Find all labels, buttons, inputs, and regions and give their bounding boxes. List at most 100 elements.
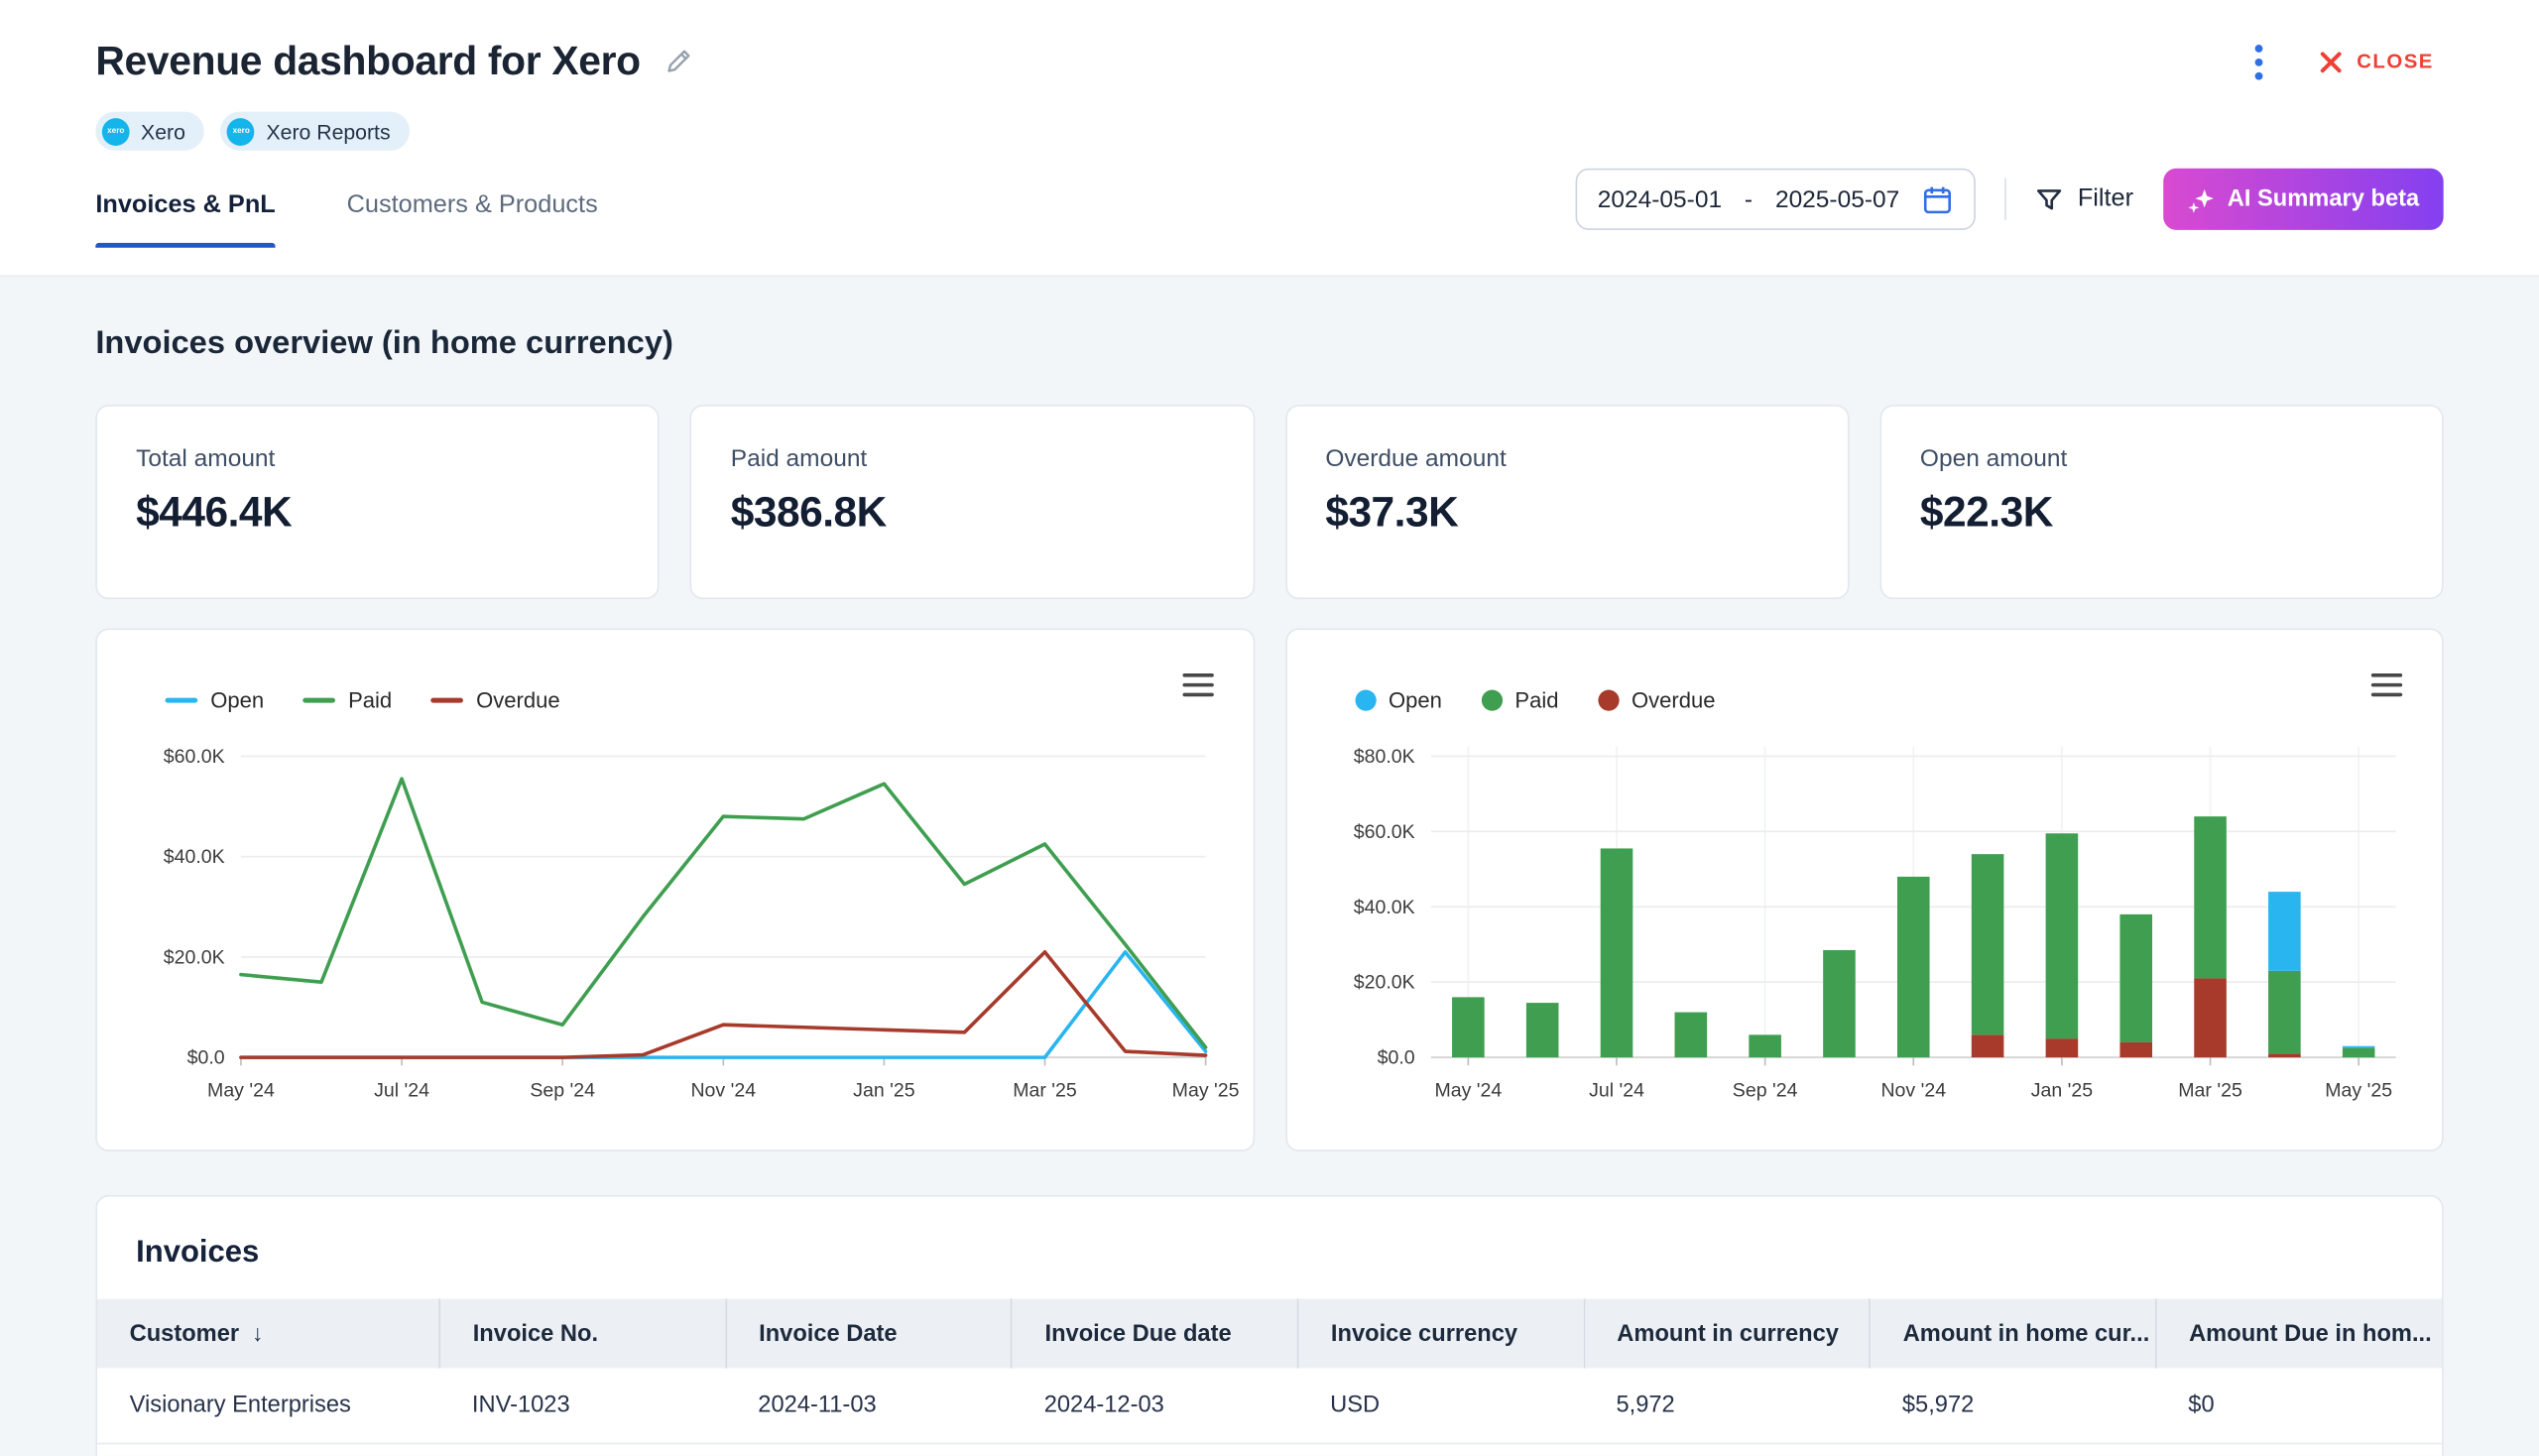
invoices-table: Customer↓Invoice No.Invoice DateInvoice … — [97, 1298, 2442, 1455]
svg-text:Jul '24: Jul '24 — [1588, 1079, 1643, 1101]
table-cell: INV-1023 — [439, 1369, 725, 1444]
ai-summary-label: AI Summary beta — [2228, 186, 2419, 212]
source-badge-xero[interactable]: xero Xero — [95, 112, 204, 151]
table-cell: 2024-12-03 — [1012, 1369, 1297, 1444]
overdue-swatch-icon — [430, 698, 463, 703]
tabs-row: Invoices & PnL Customers & Products 2024… — [95, 151, 2443, 248]
invoices-header-row: Customer↓Invoice No.Invoice DateInvoice … — [97, 1298, 2442, 1368]
dashboard-root: Revenue dashboard for Xero CLOSE xero Xe… — [0, 0, 2539, 1456]
title-row: Revenue dashboard for Xero CLOSE — [95, 36, 2443, 87]
column-header-invoice-due-date[interactable]: Invoice Due date — [1012, 1298, 1297, 1368]
page-title: Revenue dashboard for Xero — [95, 38, 640, 84]
column-header-invoice-no[interactable]: Invoice No. — [439, 1298, 725, 1368]
close-icon — [2320, 50, 2344, 73]
bar-chart-legend: Open Paid Overdue — [1355, 688, 1716, 712]
source-badge-xero-reports[interactable]: xero Xero Reports — [221, 112, 410, 151]
svg-text:Jul '24: Jul '24 — [374, 1079, 429, 1101]
filter-icon — [2035, 185, 2063, 213]
invoices-section: Invoices Customer↓Invoice No.Invoice Dat… — [95, 1195, 2443, 1456]
svg-text:$0.0: $0.0 — [1377, 1047, 1414, 1069]
date-separator: - — [1745, 185, 1753, 213]
stat-card-overdue-amount: Overdue amount $37.3K — [1285, 405, 1850, 599]
badge-label: Xero Reports — [267, 119, 391, 143]
legend-label: Open — [210, 688, 264, 712]
close-label: CLOSE — [2357, 51, 2434, 73]
close-button[interactable]: CLOSE — [2310, 48, 2444, 75]
edit-title-icon[interactable] — [664, 47, 692, 75]
svg-text:May '25: May '25 — [2324, 1079, 2391, 1101]
legend-item-overdue[interactable]: Overdue — [430, 688, 559, 712]
legend-item-overdue[interactable]: Overdue — [1598, 688, 1716, 712]
ai-summary-button[interactable]: AI Summary beta — [2162, 169, 2443, 230]
stat-card-total-amount: Total amount $446.4K — [95, 405, 660, 599]
badge-label: Xero — [141, 119, 185, 143]
table-cell: USD — [1297, 1369, 1583, 1444]
invoices-line-chart-card: Open Paid Overdue $0.0 $20.0K $40.0K $60.0K Ma… — [95, 628, 1254, 1151]
legend-item-open[interactable]: Open — [1355, 688, 1442, 712]
svg-text:$80.0K: $80.0K — [1353, 746, 1414, 768]
open-swatch-icon — [1355, 690, 1376, 711]
xero-logo-icon: xero — [102, 117, 130, 145]
svg-text:$0.0: $0.0 — [187, 1047, 225, 1069]
column-header-invoice-date[interactable]: Invoice Date — [726, 1298, 1012, 1368]
legend-item-open[interactable]: Open — [166, 688, 265, 712]
table-cell: 5,972 — [1584, 1369, 1870, 1444]
paid-swatch-icon — [1481, 690, 1502, 711]
legend-item-paid[interactable]: Paid — [1481, 688, 1558, 712]
legend-label: Paid — [1514, 688, 1558, 712]
date-range-picker[interactable]: 2024-05-01 - 2025-05-07 — [1575, 169, 1976, 230]
stat-value: $22.3K — [1920, 487, 2403, 538]
invoices-bar-chart-card: OpenPaidOverdue $0.0$20.0K$40.0K$60.0K$8… — [1285, 628, 2444, 1151]
filter-label: Filter — [2078, 184, 2133, 213]
stat-value: $386.8K — [731, 487, 1214, 538]
legend-label: Open — [1389, 688, 1442, 712]
calendar-icon — [1922, 183, 1953, 214]
legend-item-paid[interactable]: Paid — [302, 688, 392, 712]
date-end: 2025-05-07 — [1775, 185, 1899, 213]
invoices-bar-chart: $0.0$20.0K$40.0K$60.0K$80.0KMay '24Jul '… — [1288, 721, 2441, 1146]
svg-text:$40.0K: $40.0K — [1353, 897, 1414, 918]
table-row[interactable]: Visionary EnterprisesINV-10232024-11-032… — [97, 1369, 2442, 1444]
svg-text:Nov '24: Nov '24 — [1880, 1079, 1946, 1101]
chart-menu-icon[interactable] — [2370, 672, 2403, 703]
svg-text:Sep '24: Sep '24 — [530, 1079, 595, 1101]
column-header-amount-due-in-hom[interactable]: Amount Due in hom... — [2156, 1298, 2442, 1368]
tab-customers-products[interactable]: Customers & Products — [347, 191, 598, 248]
kebab-menu-icon[interactable] — [2236, 38, 2284, 86]
invoices-table-body: Visionary EnterprisesINV-10232024-11-032… — [97, 1369, 2442, 1456]
filter-button[interactable]: Filter — [2035, 184, 2133, 213]
date-start: 2024-05-01 — [1598, 185, 1722, 213]
svg-text:May '24: May '24 — [207, 1079, 275, 1101]
overdue-swatch-icon — [1598, 690, 1619, 711]
stat-card-open-amount: Open amount $22.3K — [1879, 405, 2444, 599]
xero-logo-icon: xero — [227, 117, 255, 145]
chart-menu-icon[interactable] — [1181, 672, 1214, 703]
svg-text:Jan '25: Jan '25 — [853, 1079, 915, 1101]
legend-label: Overdue — [476, 688, 560, 712]
main-content: Invoices overview (in home currency) Tot… — [0, 325, 2539, 1456]
svg-text:$60.0K: $60.0K — [164, 746, 225, 768]
open-swatch-icon — [166, 698, 198, 703]
charts-row: Open Paid Overdue $0.0 $20.0K $40.0K $60.0K Ma… — [95, 628, 2443, 1151]
table-cell: 2024-11-03 — [726, 1369, 1012, 1444]
table-row-partial — [97, 1444, 2442, 1456]
toolbar-divider — [2004, 179, 2006, 220]
stat-value: $37.3K — [1325, 487, 1808, 538]
svg-text:$40.0K: $40.0K — [164, 846, 225, 868]
svg-text:Sep '24: Sep '24 — [1732, 1079, 1797, 1101]
svg-text:$20.0K: $20.0K — [164, 946, 225, 968]
tab-invoices-pnl[interactable]: Invoices & PnL — [95, 191, 275, 248]
toolbar: 2024-05-01 - 2025-05-07 Filter — [1575, 169, 2444, 230]
column-header-customer[interactable]: Customer↓ — [97, 1298, 439, 1368]
svg-text:$60.0K: $60.0K — [1353, 821, 1414, 843]
svg-text:Nov '24: Nov '24 — [690, 1079, 756, 1101]
stat-label: Open amount — [1920, 445, 2403, 473]
column-header-amount-in-currency[interactable]: Amount in currency — [1584, 1298, 1870, 1368]
svg-text:Mar '25: Mar '25 — [1013, 1079, 1077, 1101]
column-header-invoice-currency[interactable]: Invoice currency — [1297, 1298, 1583, 1368]
header: Revenue dashboard for Xero CLOSE xero Xe… — [0, 0, 2539, 277]
column-header-amount-in-home-cur[interactable]: Amount in home cur... — [1870, 1298, 2155, 1368]
source-badges: xero Xero xero Xero Reports — [95, 112, 2443, 151]
sort-desc-icon: ↓ — [252, 1320, 263, 1346]
stat-label: Overdue amount — [1325, 445, 1808, 473]
